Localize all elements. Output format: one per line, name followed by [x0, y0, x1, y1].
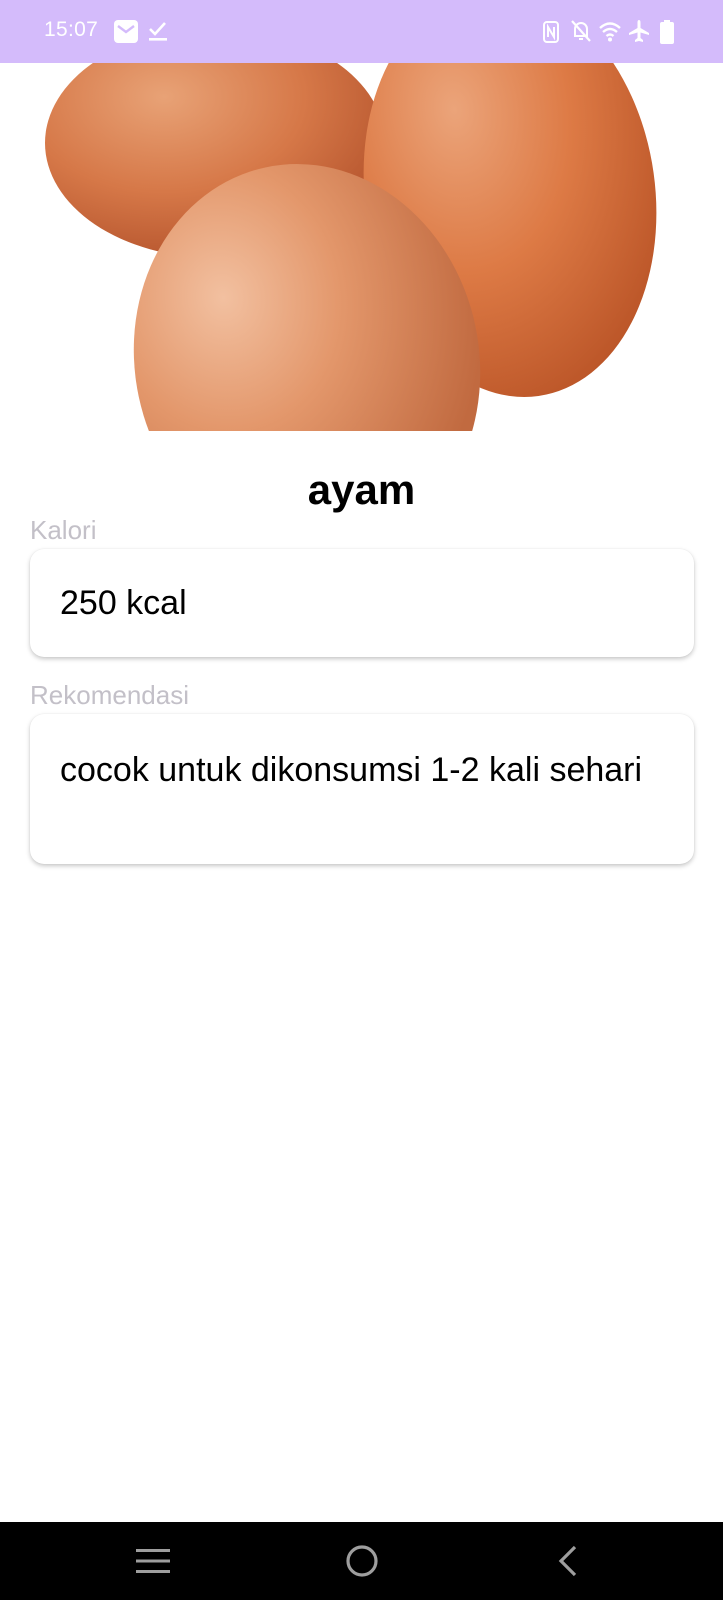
home-icon	[346, 1545, 378, 1577]
back-icon	[558, 1545, 577, 1577]
kalori-label: Kalori	[30, 515, 97, 545]
wifi-icon	[599, 22, 621, 42]
rekomendasi-card: cocok untuk dikonsumsi 1-2 kali sehari	[30, 714, 694, 864]
navigation-bar	[0, 1522, 723, 1600]
back-button[interactable]	[508, 1522, 628, 1600]
gmail-icon	[114, 20, 138, 43]
airplane-icon	[629, 20, 649, 42]
home-button[interactable]	[302, 1522, 422, 1600]
recent-apps-button[interactable]	[93, 1522, 213, 1600]
notifications-off-icon	[571, 20, 591, 42]
rekomendasi-label: Rekomendasi	[30, 680, 189, 710]
kalori-card: 250 kcal	[30, 549, 694, 657]
food-name-title: ayam	[307, 466, 416, 513]
menu-icon	[136, 1549, 170, 1573]
kalori-value: 250 kcal	[60, 583, 187, 622]
status-bar: 15:07	[0, 0, 723, 63]
food-image	[0, 63, 723, 431]
nfc-icon	[543, 21, 559, 43]
rekomendasi-value: cocok untuk dikonsumsi 1-2 kali sehari	[60, 751, 643, 789]
download-done-icon	[149, 22, 167, 41]
eggs-photo	[45, 63, 657, 431]
status-time: 15:07	[44, 18, 99, 41]
battery-icon	[660, 20, 674, 44]
